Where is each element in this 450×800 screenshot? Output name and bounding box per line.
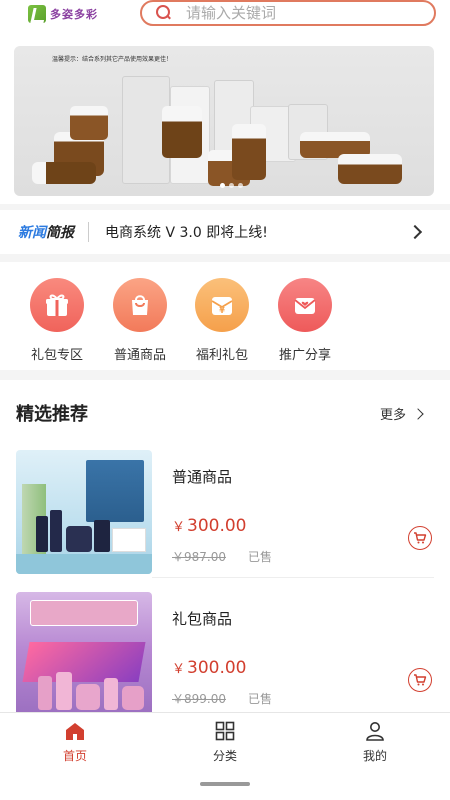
bottle-image bbox=[38, 676, 52, 710]
original-price: ￥899.00 bbox=[172, 692, 226, 706]
carousel-indicator bbox=[220, 183, 243, 188]
tab-mine[interactable]: 我的 bbox=[340, 721, 410, 764]
logo-text: 多姿多彩 bbox=[50, 9, 98, 20]
bottle-image bbox=[104, 678, 118, 710]
category-label: 福利礼包 bbox=[195, 348, 248, 363]
category-label: 推广分享 bbox=[278, 348, 331, 363]
shopping-bag-icon bbox=[113, 278, 167, 332]
bottle-image bbox=[50, 510, 62, 552]
jar-image bbox=[76, 684, 100, 710]
amber-bottle-image bbox=[162, 106, 202, 158]
currency-symbol: ￥ bbox=[172, 520, 186, 535]
amber-bottle-image bbox=[232, 124, 266, 180]
home-indicator bbox=[200, 782, 250, 786]
tab-home[interactable]: 首页 bbox=[40, 721, 110, 764]
category-gift[interactable]: 礼包专区 bbox=[17, 278, 97, 363]
tab-label: 首页 bbox=[62, 749, 87, 763]
cart-icon bbox=[414, 532, 427, 544]
amber-bottle-image bbox=[70, 106, 108, 140]
price-value: 300.00 bbox=[187, 658, 247, 678]
search-input[interactable] bbox=[186, 4, 416, 22]
bottom-tab-bar: 首页 分类 我的 bbox=[0, 712, 450, 800]
category-welfare[interactable]: ¥ 福利礼包 bbox=[182, 278, 262, 363]
product-card[interactable]: 礼包商品 ￥ 300.00 ￥899.00 已售 bbox=[0, 592, 450, 720]
sold-label: 已售 bbox=[248, 692, 273, 706]
chevron-right-icon[interactable] bbox=[407, 224, 423, 240]
news-tag: 新闻简报 bbox=[18, 222, 74, 242]
bottle-image bbox=[56, 672, 72, 710]
category-share[interactable]: 推广分享 bbox=[265, 278, 345, 363]
cart-icon bbox=[414, 674, 427, 686]
search-icon[interactable] bbox=[156, 5, 172, 21]
user-icon bbox=[366, 722, 384, 741]
news-tag-part2: 简报 bbox=[46, 225, 74, 241]
tab-category[interactable]: 分类 bbox=[190, 721, 260, 764]
jar-image bbox=[122, 686, 144, 710]
bottle-image bbox=[94, 520, 110, 552]
price-value: 300.00 bbox=[187, 516, 247, 536]
amber-bottle-image bbox=[338, 154, 402, 184]
add-to-cart-button[interactable] bbox=[408, 526, 432, 550]
section-title: 精选推荐 bbox=[16, 404, 88, 425]
category-normal[interactable]: 普通商品 bbox=[100, 278, 180, 363]
poster-base bbox=[16, 554, 152, 574]
box-image bbox=[112, 528, 146, 552]
poster-title-block bbox=[30, 600, 138, 626]
header: 多姿多彩 bbox=[0, 0, 450, 34]
add-to-cart-button[interactable] bbox=[408, 668, 432, 692]
app-root: 多姿多彩 温馨提示：结合系列其它产品使用效果更佳！ bbox=[0, 0, 450, 800]
product-image[interactable] bbox=[16, 592, 152, 716]
tab-label: 我的 bbox=[362, 749, 387, 763]
news-tag-part1: 新闻 bbox=[18, 225, 46, 241]
product-image[interactable] bbox=[16, 450, 152, 574]
news-headline[interactable]: 电商系统 V 3.0 即将上线! bbox=[105, 222, 410, 242]
category-label: 普通商品 bbox=[113, 348, 166, 363]
tab-label: 分类 bbox=[212, 749, 237, 763]
category-grid: 礼包专区 普通商品 ¥ 福利礼包 推广分享 bbox=[0, 262, 450, 370]
more-label: 更多 bbox=[379, 408, 406, 423]
grid-icon bbox=[215, 721, 235, 741]
sold-label: 已售 bbox=[248, 550, 273, 564]
jar-image bbox=[66, 526, 92, 552]
banner-carousel[interactable]: 温馨提示：结合系列其它产品使用效果更佳！ bbox=[14, 46, 434, 196]
carousel-dot[interactable] bbox=[220, 183, 225, 188]
news-ticker[interactable]: 新闻简报 电商系统 V 3.0 即将上线! bbox=[0, 210, 450, 254]
product-card[interactable]: 普通商品 ￥ 300.00 ￥987.00 已售 bbox=[0, 450, 450, 578]
recommend-section: 精选推荐 更多 普通商品 ￥ 300.00 ￥987.00 已售 礼包商品 ￥ … bbox=[0, 380, 450, 716]
carousel-dot[interactable] bbox=[238, 183, 243, 188]
poster-title-block bbox=[86, 460, 144, 522]
news-divider bbox=[88, 222, 89, 242]
logo-mark-icon bbox=[28, 5, 46, 23]
category-label: 礼包专区 bbox=[30, 348, 83, 363]
yen-gift-icon: ¥ bbox=[195, 278, 249, 332]
divider bbox=[152, 577, 434, 578]
gift-icon bbox=[30, 278, 84, 332]
svg-text:¥: ¥ bbox=[219, 306, 225, 315]
product-name: 普通商品 bbox=[172, 468, 233, 486]
amber-bottle-image bbox=[32, 162, 96, 184]
banner-note: 温馨提示：结合系列其它产品使用效果更佳！ bbox=[52, 56, 173, 63]
product-price: ￥ 300.00 bbox=[172, 516, 247, 536]
share-envelope-icon bbox=[278, 278, 332, 332]
product-price: ￥ 300.00 bbox=[172, 658, 247, 678]
currency-symbol: ￥ bbox=[172, 662, 186, 677]
banner-section: 温馨提示：结合系列其它产品使用效果更佳！ bbox=[0, 34, 450, 204]
more-link[interactable]: 更多 bbox=[379, 404, 424, 423]
logo-name: 多姿多彩 bbox=[50, 7, 98, 21]
original-price: ￥987.00 bbox=[172, 550, 226, 564]
product-name: 礼包商品 bbox=[172, 610, 233, 628]
home-icon bbox=[66, 723, 84, 740]
bottle-image bbox=[36, 516, 48, 552]
chevron-right-icon bbox=[412, 407, 424, 420]
search-bar[interactable] bbox=[140, 0, 436, 26]
carousel-dot[interactable] bbox=[229, 183, 234, 188]
logo[interactable]: 多姿多彩 bbox=[28, 3, 104, 25]
